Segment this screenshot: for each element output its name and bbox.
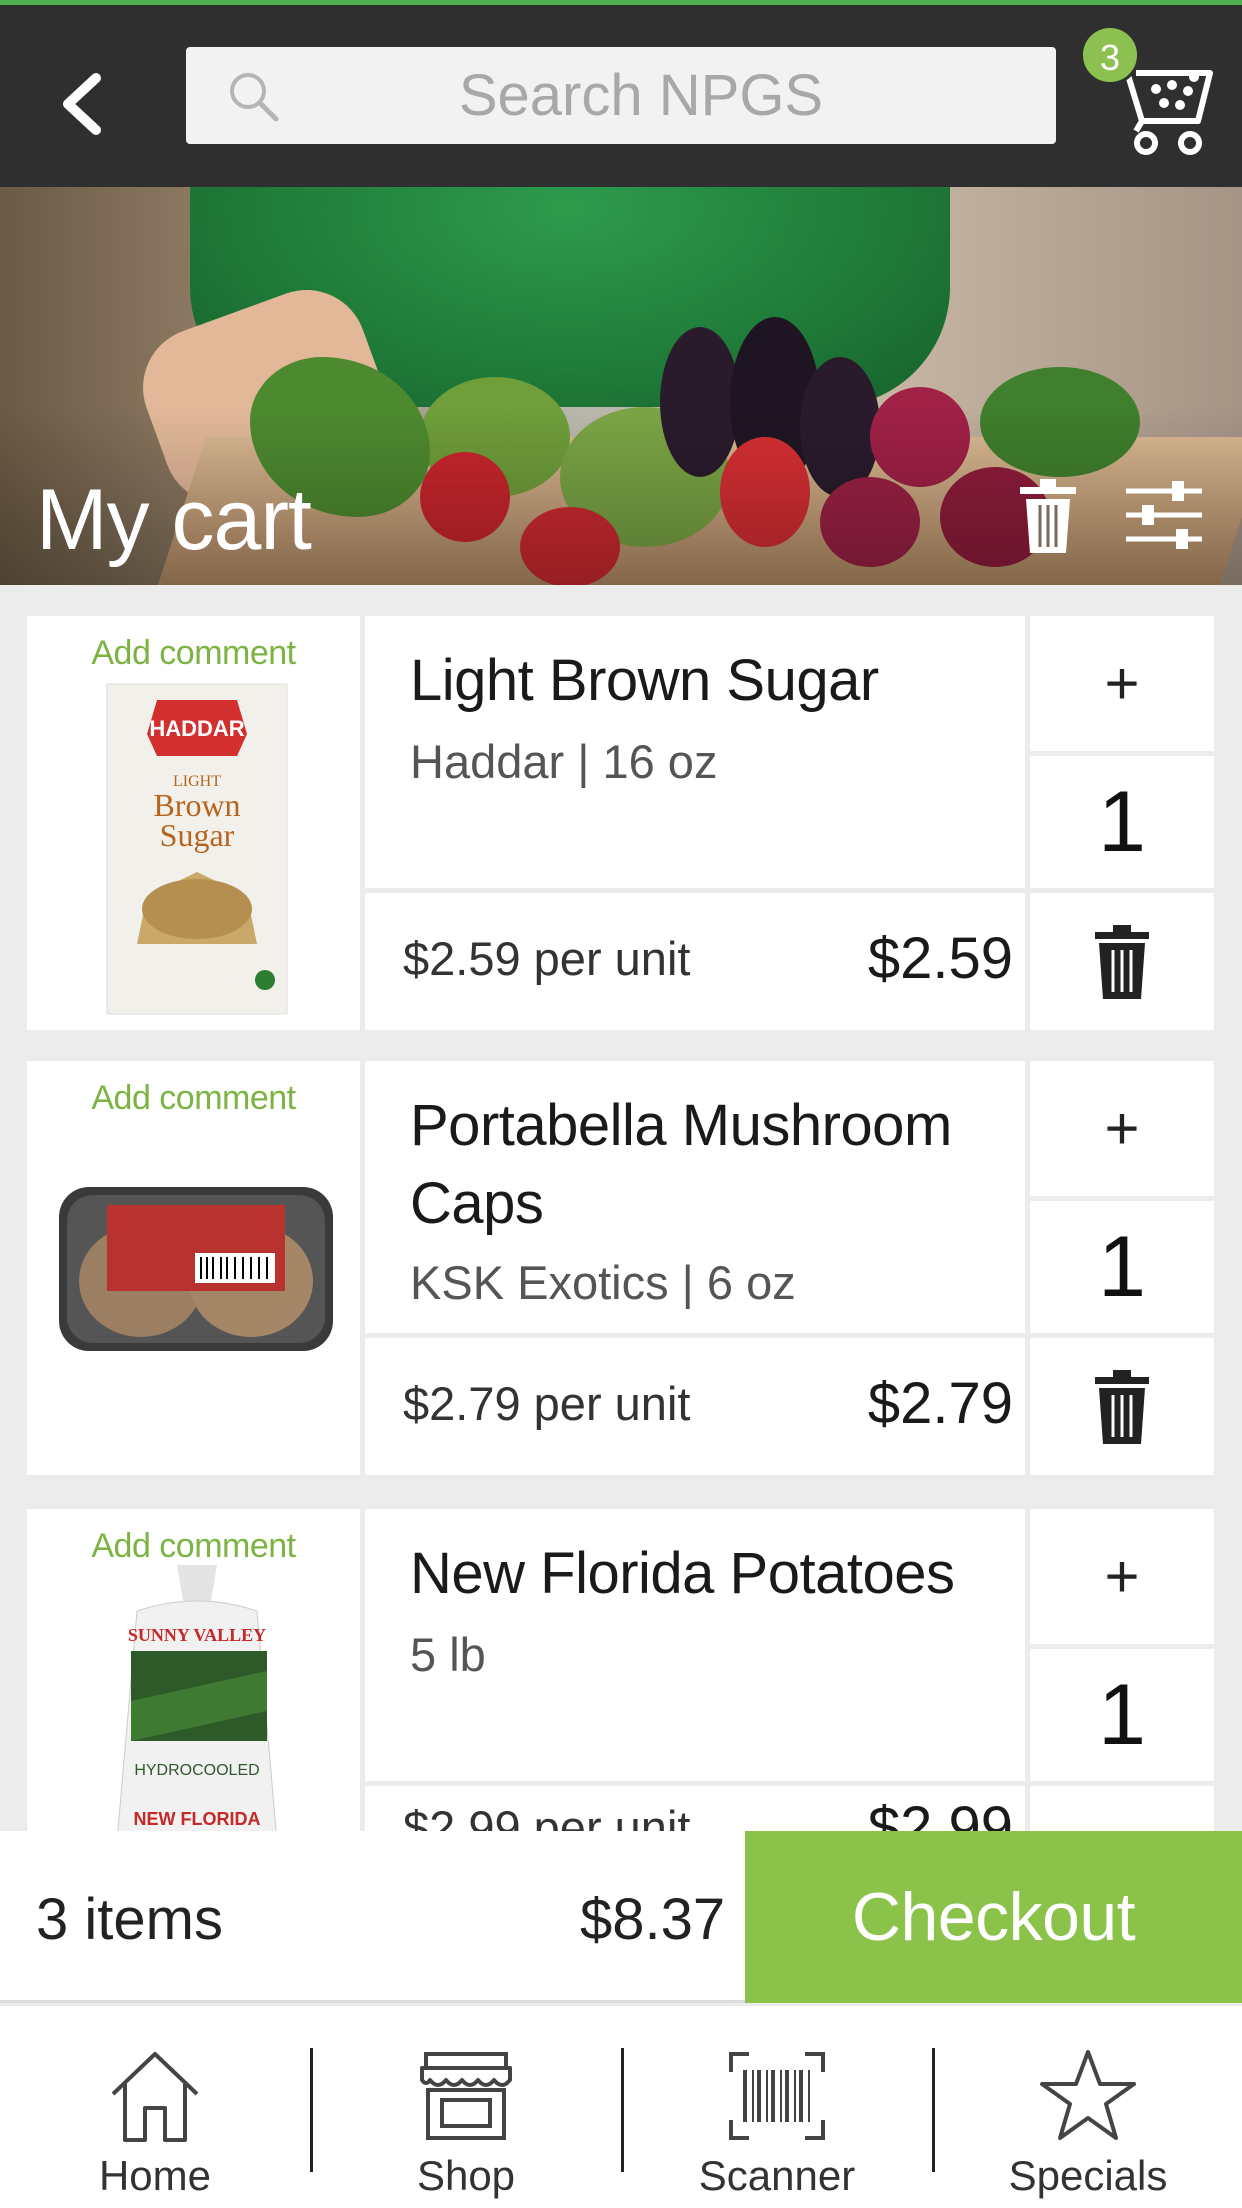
svg-text:NEW FLORIDA: NEW FLORIDA (134, 1809, 261, 1829)
product-name: Portabella Mushroom Caps (410, 1093, 952, 1236)
remove-item-button[interactable] (1030, 1338, 1214, 1475)
product-image-mushroom[interactable] (55, 1179, 337, 1359)
cart-button[interactable]: 3 (1080, 25, 1220, 165)
increment-button[interactable]: + (1030, 616, 1214, 751)
delete-cell (1030, 1786, 1214, 1831)
product-info[interactable]: Portabella Mushroom Caps KSK Exotics | 6… (365, 1061, 1025, 1333)
nav-label: Home (98, 2152, 212, 2199)
add-comment-link[interactable]: Add comment (27, 1079, 360, 1118)
quantity-value[interactable]: 1 (1030, 1201, 1214, 1333)
increment-cell: + (1030, 616, 1214, 751)
nav-label: Shop (416, 2152, 516, 2199)
product-name: New Florida Potatoes (410, 1541, 955, 1606)
nav-item-shop[interactable]: Shop (311, 2006, 621, 2208)
search-input[interactable] (186, 47, 1056, 144)
add-comment-link[interactable]: Add comment (27, 634, 360, 673)
item-count: 3 items (36, 1887, 223, 1952)
trash-icon (1095, 1369, 1149, 1444)
cart-item: Add comment SUNNY VALLEY HYDROCOOLED NEW… (27, 1509, 1214, 1831)
product-brand-size: Haddar | 16 oz (410, 735, 718, 788)
product-image-cell: Add comment SUNNY VALLEY HYDROCOOLED NEW… (27, 1509, 360, 1831)
page-title: My cart (36, 472, 312, 568)
quantity-cell: 1 (1030, 1649, 1214, 1781)
product-info[interactable]: Light Brown Sugar Haddar | 16 oz (365, 616, 1025, 888)
line-total: $2.59 (867, 926, 1013, 991)
filter-sliders-icon[interactable] (1124, 477, 1204, 553)
line-total: $2.99 (867, 1795, 1013, 1831)
increment-button[interactable]: + (1030, 1061, 1214, 1196)
quantity-value[interactable]: 1 (1030, 756, 1214, 888)
cart-item: Add comment HADDAR LIGHT Brown Sugar Lig… (27, 616, 1214, 1030)
clear-cart-trash-icon[interactable] (1018, 477, 1078, 557)
product-image-text: Sugar (160, 817, 235, 853)
increment-cell: + (1030, 1061, 1214, 1196)
trash-icon (1095, 924, 1149, 999)
star-icon (1040, 2050, 1136, 2140)
nav-item-scanner[interactable]: Scanner (622, 2006, 932, 2208)
increment-cell: + (1030, 1509, 1214, 1644)
quantity-cell: 1 (1030, 1201, 1214, 1333)
price-row: $2.79 per unit $2.79 (365, 1338, 1025, 1475)
home-icon (111, 2052, 199, 2142)
product-brand-size: 5 lb (410, 1628, 486, 1681)
price-row: $2.59 per unit $2.59 (365, 893, 1025, 1030)
product-image-potatoes[interactable]: SUNNY VALLEY HYDROCOOLED NEW FLORIDA (107, 1561, 287, 1831)
unit-price: $2.59 per unit (403, 932, 691, 985)
search-icon (230, 73, 279, 122)
product-image-brand-text: HADDAR (149, 716, 244, 741)
delete-cell (1030, 1338, 1214, 1475)
barcode-icon (729, 2052, 825, 2140)
checkout-button[interactable]: Checkout (745, 1831, 1242, 2003)
search-box[interactable] (186, 47, 1056, 144)
product-brand-size: KSK Exotics | 6 oz (410, 1256, 796, 1309)
increment-button[interactable]: + (1030, 1509, 1214, 1644)
cart-item: Add comment Portabella Mushroom Caps KSK… (27, 1061, 1214, 1475)
quantity-value[interactable]: 1 (1030, 1649, 1214, 1781)
svg-text:SUNNY VALLEY: SUNNY VALLEY (128, 1625, 266, 1645)
product-image-brown-sugar[interactable]: HADDAR LIGHT Brown Sugar (97, 674, 297, 1024)
nav-label: Specials (1008, 2152, 1168, 2199)
product-image-text: HYDROCOOLED (134, 1762, 259, 1779)
price-row: $2.99 per unit $2.99 (365, 1786, 1025, 1831)
line-total: $2.79 (867, 1371, 1013, 1436)
quantity-cell: 1 (1030, 756, 1214, 888)
hero-banner: My cart (0, 187, 1242, 585)
cart-total: $8.37 (580, 1887, 726, 1952)
unit-price: $2.79 per unit (403, 1377, 691, 1430)
remove-item-button[interactable] (1030, 893, 1214, 1030)
product-name: Light Brown Sugar (410, 648, 879, 713)
delete-cell (1030, 893, 1214, 1030)
product-image-cell: Add comment (27, 1061, 360, 1475)
product-image-cell: Add comment HADDAR LIGHT Brown Sugar (27, 616, 360, 1030)
bottom-nav: Home Shop Scanner Specials (0, 2006, 1242, 2208)
cart-summary-bar: 3 items $8.37 Checkout (0, 1831, 1242, 2003)
cart-item-list[interactable]: Add comment HADDAR LIGHT Brown Sugar Lig… (0, 585, 1242, 1831)
chevron-left-icon (63, 73, 101, 135)
back-button[interactable] (46, 61, 116, 147)
top-bar: 3 (0, 0, 1242, 187)
shop-icon (420, 2052, 512, 2140)
product-info[interactable]: New Florida Potatoes 5 lb (365, 1509, 1025, 1781)
nav-label: Scanner (698, 2152, 856, 2199)
nav-item-specials[interactable]: Specials (933, 2006, 1242, 2208)
unit-price: $2.99 per unit (403, 1801, 691, 1831)
cart-count-badge: 3 (1080, 25, 1140, 85)
nav-item-home[interactable]: Home (0, 2006, 310, 2208)
